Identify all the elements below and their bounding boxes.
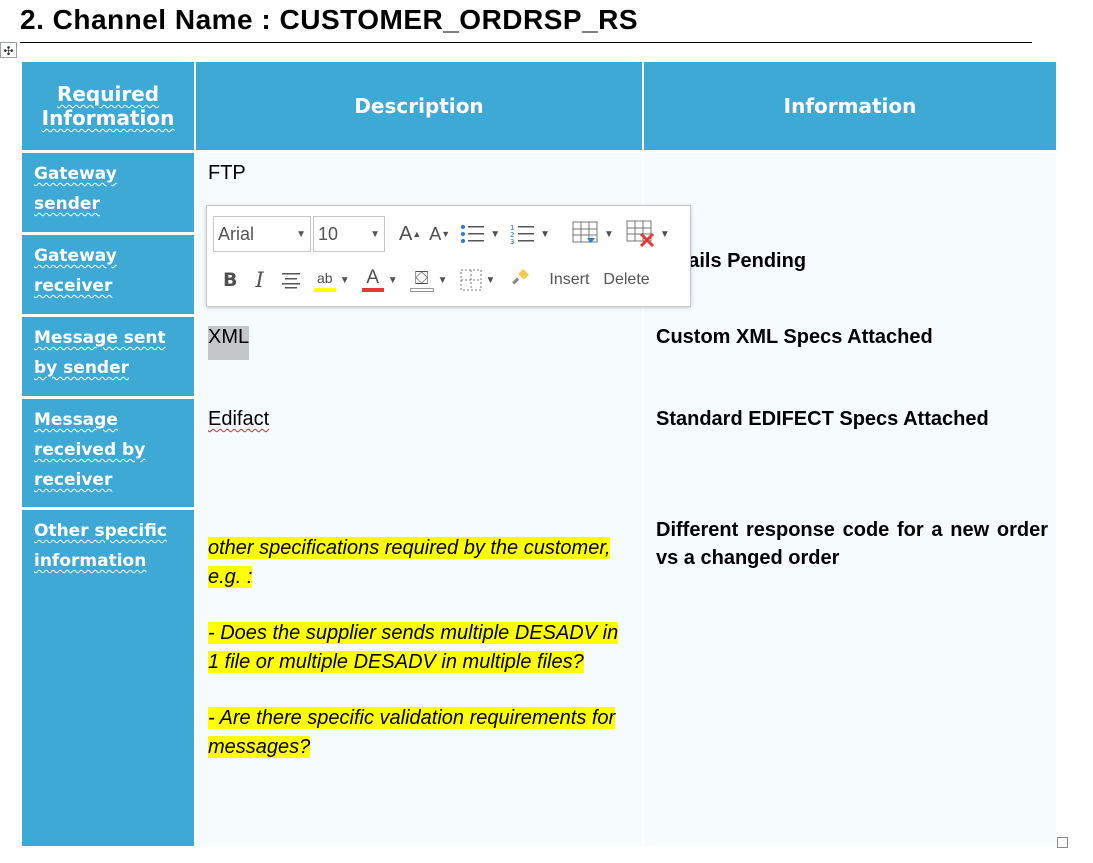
shading-icon[interactable]: ⛋	[409, 269, 434, 292]
font-size-value: 10	[318, 223, 339, 244]
shrink-font-icon[interactable]: A ▼	[429, 224, 450, 245]
header-required-information-text: Required Information	[41, 82, 175, 130]
header-description: Description	[196, 62, 642, 153]
row-information-gateway-sender[interactable]	[644, 153, 1056, 235]
row-information-message-sent[interactable]: Custom XML Specs Attached	[644, 317, 1056, 399]
chevron-down-icon[interactable]: ▼	[486, 275, 496, 286]
row-label-message-sent[interactable]: Message sent by sender	[22, 317, 194, 399]
bold-icon[interactable]: B	[223, 269, 237, 291]
table-row: Message received by receiver Edifact Sta…	[22, 399, 1056, 510]
chevron-down-icon[interactable]: ▼	[490, 229, 500, 240]
insert-table-icon[interactable]	[572, 221, 600, 247]
row-label-text: Gateway receiver	[34, 246, 117, 296]
header-information: Information	[644, 62, 1056, 153]
table-row: Message sent by sender XML Custom XML Sp…	[22, 317, 1056, 399]
row-label-message-received[interactable]: Message received by receiver	[22, 399, 194, 510]
selected-text[interactable]: XML	[208, 326, 250, 360]
mini-formatting-toolbar: Arial ▼ 10 ▼ A ▲ A ▼ ▼ 123 ▼ ▼ ▼ B I ab …	[206, 205, 691, 307]
table-row: Other specific information other specifi…	[22, 510, 1056, 846]
svg-text:3: 3	[510, 238, 514, 245]
note-intro: other specifications required by the cus…	[208, 537, 611, 588]
font-color-icon[interactable]: A	[361, 268, 384, 292]
row-label-text: Gateway sender	[34, 164, 117, 214]
delete-button[interactable]: Delete	[603, 271, 649, 289]
numbering-icon[interactable]: 123	[510, 223, 536, 245]
note-desadv: - Does the supplier sends multiple DESAD…	[208, 622, 619, 673]
grow-font-icon[interactable]: A ▲	[399, 223, 421, 246]
heading-underline	[20, 42, 1032, 43]
row-label-text: Message sent by sender	[34, 328, 166, 378]
row-label-text: Other specific information	[34, 521, 167, 571]
description-text: Edifact	[208, 408, 270, 430]
highlighted-notes: other specifications required by the cus…	[208, 534, 634, 761]
center-icon[interactable]	[280, 271, 302, 289]
table-resize-handle[interactable]	[1057, 837, 1068, 848]
header-required-information: Required Information	[22, 62, 194, 153]
channel-heading: 2. Channel Name : CUSTOMER_ORDRSP_RS	[20, 4, 639, 35]
insert-button[interactable]: Insert	[549, 271, 589, 289]
chevron-down-icon[interactable]: ▼	[540, 229, 550, 240]
borders-icon[interactable]	[460, 269, 482, 291]
delete-table-icon[interactable]	[626, 220, 656, 248]
highlight-icon[interactable]: ab	[313, 269, 336, 292]
font-name-value: Arial	[218, 223, 255, 244]
row-description-message-sent[interactable]: XML	[196, 317, 642, 399]
channel-spec-table: Required Information Description Informa…	[20, 62, 1058, 846]
font-name-dropdown[interactable]: Arial ▼	[213, 216, 311, 252]
row-label-gateway-sender[interactable]: Gateway sender	[22, 153, 194, 235]
toolbar-row-top: Arial ▼ 10 ▼ A ▲ A ▼ ▼ 123 ▼ ▼ ▼	[213, 214, 684, 254]
chevron-down-icon[interactable]: ▼	[660, 229, 670, 240]
row-description-message-received[interactable]: Edifact	[196, 399, 642, 510]
chevron-down-icon[interactable]: ▼	[340, 275, 350, 286]
chevron-down-icon[interactable]: ▼	[388, 275, 398, 286]
chevron-down-icon[interactable]: ▼	[604, 229, 614, 240]
row-information-message-received[interactable]: Standard EDIFECT Specs Attached	[644, 399, 1056, 510]
note-validation: - Are there specific validation requirem…	[208, 707, 616, 758]
format-painter-icon[interactable]	[509, 269, 531, 291]
font-size-dropdown[interactable]: 10 ▼	[313, 216, 385, 252]
row-information-gateway-receiver[interactable]: Details Pending	[644, 235, 1056, 317]
chevron-down-icon[interactable]: ▼	[438, 275, 448, 286]
bullets-icon[interactable]	[460, 223, 486, 245]
row-label-other-specific[interactable]: Other specific information	[22, 510, 194, 846]
italic-icon[interactable]: I	[255, 268, 263, 292]
chevron-down-icon: ▼	[296, 228, 306, 240]
row-information-other-specific[interactable]: Different response code for a new order …	[644, 510, 1056, 846]
row-label-text: Message received by receiver	[34, 410, 146, 490]
row-description-other-specific[interactable]: other specifications required by the cus…	[196, 510, 642, 846]
chevron-down-icon: ▼	[370, 228, 380, 240]
table-move-handle-icon[interactable]: ✣	[0, 42, 17, 58]
row-label-gateway-receiver[interactable]: Gateway receiver	[22, 235, 194, 317]
toolbar-row-bottom: B I ab ▼ A ▼ ⛋ ▼ ▼ Insert Delete	[213, 260, 684, 300]
